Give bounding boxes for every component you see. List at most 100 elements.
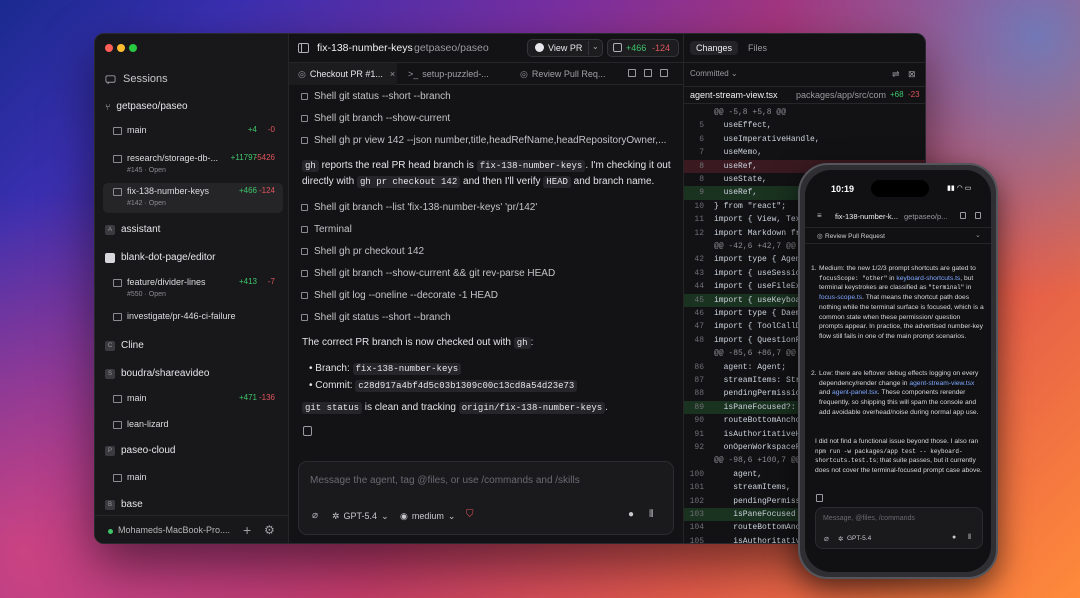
item-additions: +11797 [230, 153, 257, 162]
message-composer[interactable]: Message the agent, tag @files, or use /c… [298, 461, 674, 535]
line-text: isPaneFocused [714, 510, 796, 519]
line-number: 104 [689, 523, 704, 533]
group-blank-dot-page[interactable]: blank-dot-page/editor [105, 252, 216, 263]
monitor-icon [113, 127, 122, 135]
group-name: boudra/shareavideo [121, 368, 210, 379]
tool-call[interactable]: Shell git log --oneline --decorate -1 HE… [301, 286, 498, 304]
paperclip-icon[interactable]: ⌀ [312, 510, 318, 521]
sidebar-item-fix-138[interactable]: fix-138-number-keys #142 · Open +466 -12… [103, 183, 283, 213]
tool-label: Terminal [314, 223, 352, 235]
split-pane-icon[interactable] [660, 69, 668, 77]
mobile-branch-title: fix-138-number-k... [835, 212, 898, 221]
inline-code: gh [513, 337, 531, 349]
voice-waveform-icon[interactable]: ⦀ [968, 534, 971, 542]
line-text: isAuthoritativ [714, 536, 801, 544]
host-name[interactable]: Mohameds-MacBook-Pro.... [118, 525, 230, 535]
sidebar-item-research-storage[interactable]: research/storage-db-... #145 · Open +117… [103, 150, 283, 180]
view-pr-button[interactable]: View PR ⌄ [527, 39, 603, 57]
model-selector[interactable]: ✲ GPT-5.4 ⌄ [332, 509, 389, 523]
minimize-window-button[interactable] [117, 44, 125, 52]
diff-stats-button[interactable]: +466 -124 [607, 39, 679, 57]
microphone-icon[interactable]: ● [952, 534, 956, 541]
edit-icon[interactable] [628, 69, 636, 77]
sidebar-toggle-icon[interactable] [298, 43, 309, 53]
item-name: lean-lizard [127, 419, 169, 429]
line-text: routeBottomAnc [714, 523, 801, 533]
tool-call[interactable]: Shell git status --short --branch [301, 87, 451, 105]
panel-icon[interactable] [975, 212, 981, 219]
model-icon: ✲ [332, 510, 340, 521]
tool-call[interactable]: Shell git branch --show-current && git r… [301, 264, 555, 282]
paperclip-icon[interactable]: ⌀ [824, 534, 829, 543]
zoom-window-button[interactable] [129, 44, 137, 52]
diff-icon[interactable] [960, 212, 966, 219]
mobile-composer-placeholder[interactable]: Message, @files, /commands [823, 515, 915, 522]
tool-call[interactable]: Shell gh pr checkout 142 [301, 242, 424, 260]
group-assistant[interactable]: A assistant [105, 224, 160, 235]
item-name: investigate/pr-446-ci-failure [127, 311, 236, 321]
close-icon[interactable]: × [390, 69, 395, 79]
item-pr-status: #142 · Open [127, 200, 166, 207]
chevron-down-icon[interactable]: ⌄ [592, 42, 599, 51]
monitor-icon [113, 474, 122, 482]
mobile-device: 10:19 ▮▮ ◠ ▭ ≡ fix-138-number-k... getpa… [798, 163, 998, 579]
microphone-icon[interactable]: ● [628, 509, 634, 520]
sidebar-item-main[interactable]: main [103, 469, 283, 499]
tab-review-pr[interactable]: ◎ Review Pull Req... [511, 63, 619, 85]
mobile-tab-bar[interactable]: ◎ Review Pull Request ⌄ [805, 229, 991, 244]
line-text: import type { Daemon [714, 309, 811, 318]
group-base[interactable]: B base [105, 499, 143, 510]
tab-setup[interactable]: >_ setup-puzzled-... [399, 63, 507, 85]
menu-icon[interactable]: ≡ [817, 211, 822, 220]
mobile-composer[interactable]: Message, @files, /commands ⌀ ✲ GPT-5.4 ●… [815, 507, 983, 549]
close-window-button[interactable] [105, 44, 113, 52]
file-link[interactable]: agent-panel.tsx [832, 389, 878, 396]
file-link[interactable]: focus-scope.ts [819, 294, 862, 301]
group-avatar: S [105, 368, 115, 379]
add-icon[interactable]: + [243, 522, 251, 538]
sidebar-item-lean-lizard[interactable]: lean-lizard [103, 416, 283, 446]
sessions-header[interactable]: Sessions [105, 69, 168, 89]
tool-call[interactable]: Shell git status --short --branch [301, 308, 451, 326]
tab-checkout-pr[interactable]: ◎ Checkout PR #1... × [289, 63, 397, 85]
collapse-icon[interactable]: ⊠ [908, 69, 916, 80]
line-text: agent: Agent; [714, 362, 787, 372]
inline-code: gh pr checkout 142 [357, 176, 461, 188]
terminal-icon[interactable] [644, 69, 652, 77]
tool-call[interactable]: Terminal [301, 220, 352, 238]
copy-icon[interactable] [816, 494, 823, 502]
layout-icon[interactable]: ⇌ [892, 69, 900, 80]
file-link[interactable]: keyboard-shortcuts.ts [896, 275, 960, 282]
copy-icon[interactable] [303, 426, 312, 436]
sidebar-item-feature-divider[interactable]: feature/divider-lines #550 · Open +413 -… [103, 274, 283, 304]
tool-call[interactable]: Shell gh pr view 142 --json number,title… [301, 131, 666, 149]
line-text: agent, [714, 469, 763, 479]
gear-icon[interactable]: ⚙ [264, 523, 275, 537]
chevron-down-icon[interactable]: ⌄ [975, 231, 981, 239]
shield-icon[interactable]: ⛉ [466, 509, 474, 520]
sidebar-item-investigate[interactable]: investigate/pr-446-ci-failure [103, 308, 283, 338]
tab-changes[interactable]: Changes [690, 41, 739, 55]
item-additions: +413 [238, 277, 257, 286]
agent-icon: ◎ [520, 68, 528, 79]
mobile-model-label[interactable]: GPT-5.4 [847, 535, 871, 542]
diff-file-header[interactable]: agent-stream-view.tsx packages/app/src/c… [684, 86, 925, 104]
line-number: 100 [689, 469, 704, 479]
group-getpaseo-paseo[interactable]: ⑂ getpaseo/paseo [105, 101, 188, 112]
tool-call[interactable]: Shell git branch --show-current [301, 109, 450, 127]
file-link[interactable]: agent-stream-view.tsx [909, 380, 974, 387]
chevron-down-icon: ⌄ [381, 510, 389, 521]
group-paseo-cloud[interactable]: P paseo-cloud [105, 445, 175, 456]
tab-files[interactable]: Files [748, 43, 767, 53]
tool-call[interactable]: Shell git branch --list 'fix-138-number-… [301, 198, 537, 216]
group-shareavideo[interactable]: S boudra/shareavideo [105, 368, 209, 379]
composer-placeholder[interactable]: Message the agent, tag @files, or use /c… [310, 475, 580, 486]
line-text: import { useFileExpl [714, 282, 811, 292]
voice-waveform-icon[interactable]: ⦀ [649, 509, 653, 520]
text: is clean and tracking [362, 402, 459, 413]
sidebar-item-main[interactable]: main +4 -0 [103, 122, 283, 152]
effort-selector[interactable]: ◉ medium ⌄ [400, 509, 455, 523]
group-cline[interactable]: C Cline [105, 340, 144, 351]
diff-line: 6 useImperativeHandle, [684, 133, 925, 146]
commit-filter[interactable]: Committed ⌄ [690, 69, 738, 78]
